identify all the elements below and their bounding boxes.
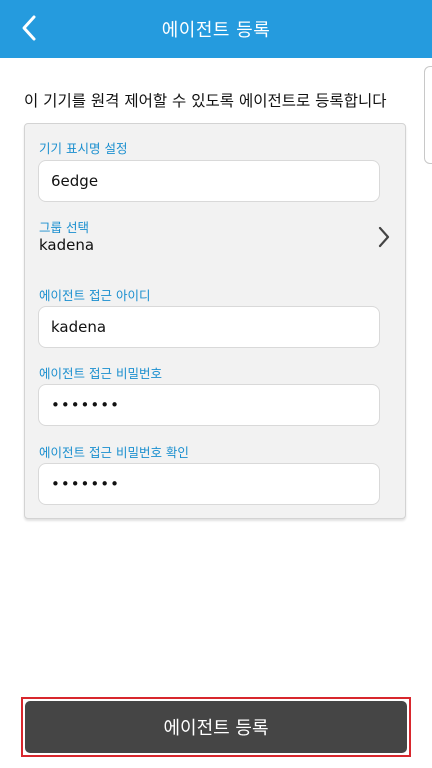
submit-button-highlight: 에이전트 등록 — [21, 697, 411, 757]
agent-id-label: 에이전트 접근 아이디 — [39, 288, 151, 303]
page-title: 에이전트 등록 — [161, 20, 271, 41]
register-agent-button-label: 에이전트 등록 — [163, 718, 269, 739]
group-select-label: 그룹 선택 — [39, 220, 89, 235]
back-button[interactable] — [10, 8, 50, 48]
group-select-value: kadena — [39, 236, 95, 254]
chevron-left-icon — [22, 15, 36, 41]
agent-id-input[interactable]: kadena — [38, 306, 380, 348]
agent-password-confirm-input[interactable]: ••••••• — [38, 463, 380, 505]
agent-password-confirm-value: ••••••• — [51, 475, 120, 493]
agent-password-value: ••••••• — [51, 396, 120, 414]
intro-text: 이 기기를 원격 제어할 수 있도록 에이전트로 등록합니다 — [24, 92, 387, 110]
agent-password-confirm-label: 에이전트 접근 비밀번호 확인 — [39, 445, 189, 460]
chevron-right-icon — [378, 226, 390, 248]
agent-id-value: kadena — [51, 318, 107, 336]
register-agent-button[interactable]: 에이전트 등록 — [25, 701, 407, 753]
agent-password-input[interactable]: ••••••• — [38, 384, 380, 426]
device-name-label: 기기 표시명 설정 — [39, 141, 128, 156]
device-name-input[interactable]: 6edge — [38, 160, 380, 202]
side-handle[interactable] — [424, 66, 432, 164]
registration-form-card: 기기 표시명 설정 6edge 그룹 선택 kadena 에이전트 접근 아이디… — [24, 123, 406, 519]
app-header: 에이전트 등록 — [0, 0, 432, 58]
agent-registration-screen: 에이전트 등록 이 기기를 원격 제어할 수 있도록 에이전트로 등록합니다 기… — [0, 0, 432, 768]
agent-password-label: 에이전트 접근 비밀번호 — [39, 366, 162, 381]
group-select-row[interactable]: 그룹 선택 kadena — [25, 212, 405, 262]
device-name-value: 6edge — [51, 172, 99, 190]
